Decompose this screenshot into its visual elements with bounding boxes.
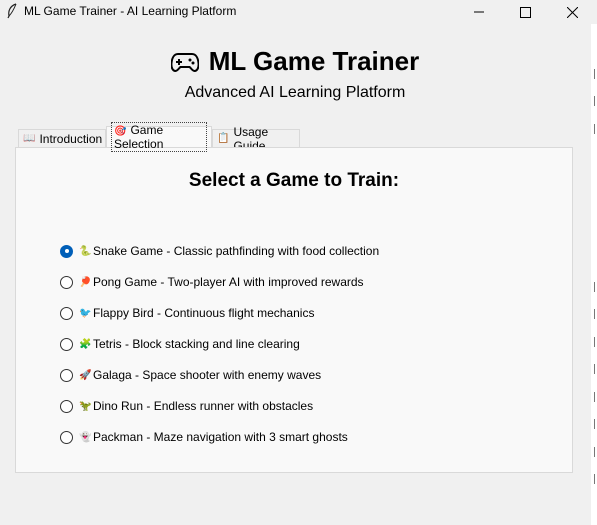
blocks-icon: 🧩 xyxy=(79,338,92,350)
game-option-pong[interactable]: 🏓 Pong Game - Two-player AI with improve… xyxy=(60,272,364,292)
radio-button[interactable] xyxy=(60,337,73,351)
game-option-galaga[interactable]: 🚀 Galaga - Space shooter with enemy wave… xyxy=(60,365,321,385)
close-button[interactable] xyxy=(549,0,595,24)
snake-icon: 🐍 xyxy=(79,245,92,257)
window-titlebar[interactable]: ML Game Trainer - AI Learning Platform xyxy=(0,0,597,24)
maximize-button[interactable] xyxy=(502,0,548,24)
maximize-icon xyxy=(519,6,531,18)
dinosaur-icon: 🦖 xyxy=(79,400,92,412)
tab-usage-guide[interactable]: 📋 Usage Guide xyxy=(212,125,300,153)
close-icon xyxy=(566,6,578,18)
ping-pong-icon: 🏓 xyxy=(79,276,92,288)
app-title: ML Game Trainer xyxy=(0,46,590,77)
game-option-label: Packman - Maze navigation with 3 smart g… xyxy=(93,430,348,444)
clipboard-icon: 📋 xyxy=(217,133,230,144)
tab-introduction-label: Introduction xyxy=(39,131,103,146)
game-option-label: Pong Game - Two-player AI with improved … xyxy=(93,275,364,289)
app-subtitle: Advanced AI Learning Platform xyxy=(184,84,406,101)
game-option-tetris[interactable]: 🧩 Tetris - Block stacking and line clear… xyxy=(60,334,300,354)
radio-button[interactable] xyxy=(60,244,73,258)
game-option-label: Galaga - Space shooter with enemy waves xyxy=(93,368,322,382)
app-title-text: ML Game Trainer xyxy=(208,46,420,76)
ghost-icon: 👻 xyxy=(79,431,92,443)
window-title: ML Game Trainer - AI Learning Platform xyxy=(24,4,237,18)
tab-introduction[interactable]: 📖 Introduction xyxy=(18,129,106,147)
panel-heading: Select a Game to Train: xyxy=(188,170,400,191)
game-option-packman[interactable]: 👻 Packman - Maze navigation with 3 smart… xyxy=(60,427,348,447)
game-option-snake[interactable]: 🐍 Snake Game - Classic pathfinding with … xyxy=(60,241,379,261)
radio-button[interactable] xyxy=(60,368,73,382)
game-option-flappy-bird[interactable]: 🐦 Flappy Bird - Continuous flight mechan… xyxy=(60,303,314,323)
game-option-dino-run[interactable]: 🦖 Dino Run - Endless runner with obstacl… xyxy=(60,396,313,416)
radio-button[interactable] xyxy=(60,275,73,289)
game-option-label: Dino Run - Endless runner with obstacles xyxy=(93,399,314,413)
radio-button[interactable] xyxy=(60,306,73,320)
rocket-icon: 🚀 xyxy=(79,369,92,381)
tab-game-selection[interactable]: 🎯 Game Selection xyxy=(106,122,212,152)
minimize-button[interactable] xyxy=(456,0,502,24)
feather-icon xyxy=(5,3,19,19)
gamepad-icon xyxy=(170,52,199,72)
target-icon: 🎯 xyxy=(114,126,127,137)
tab-focus-ring: 🎯 Game Selection xyxy=(111,122,207,152)
window-edge xyxy=(591,24,597,525)
radio-button[interactable] xyxy=(60,399,73,413)
game-option-label: Tetris - Block stacking and line clearin… xyxy=(93,337,300,351)
game-option-label: Snake Game - Classic pathfinding with fo… xyxy=(93,244,380,258)
book-icon: 📖 xyxy=(23,133,36,144)
minimize-icon xyxy=(474,11,484,13)
radio-button[interactable] xyxy=(60,430,73,444)
game-option-label: Flappy Bird - Continuous flight mechanic… xyxy=(93,306,315,320)
bird-icon: 🐦 xyxy=(79,307,92,319)
game-selection-panel: Select a Game to Train: 🐍 Snake Game - C… xyxy=(15,147,573,473)
